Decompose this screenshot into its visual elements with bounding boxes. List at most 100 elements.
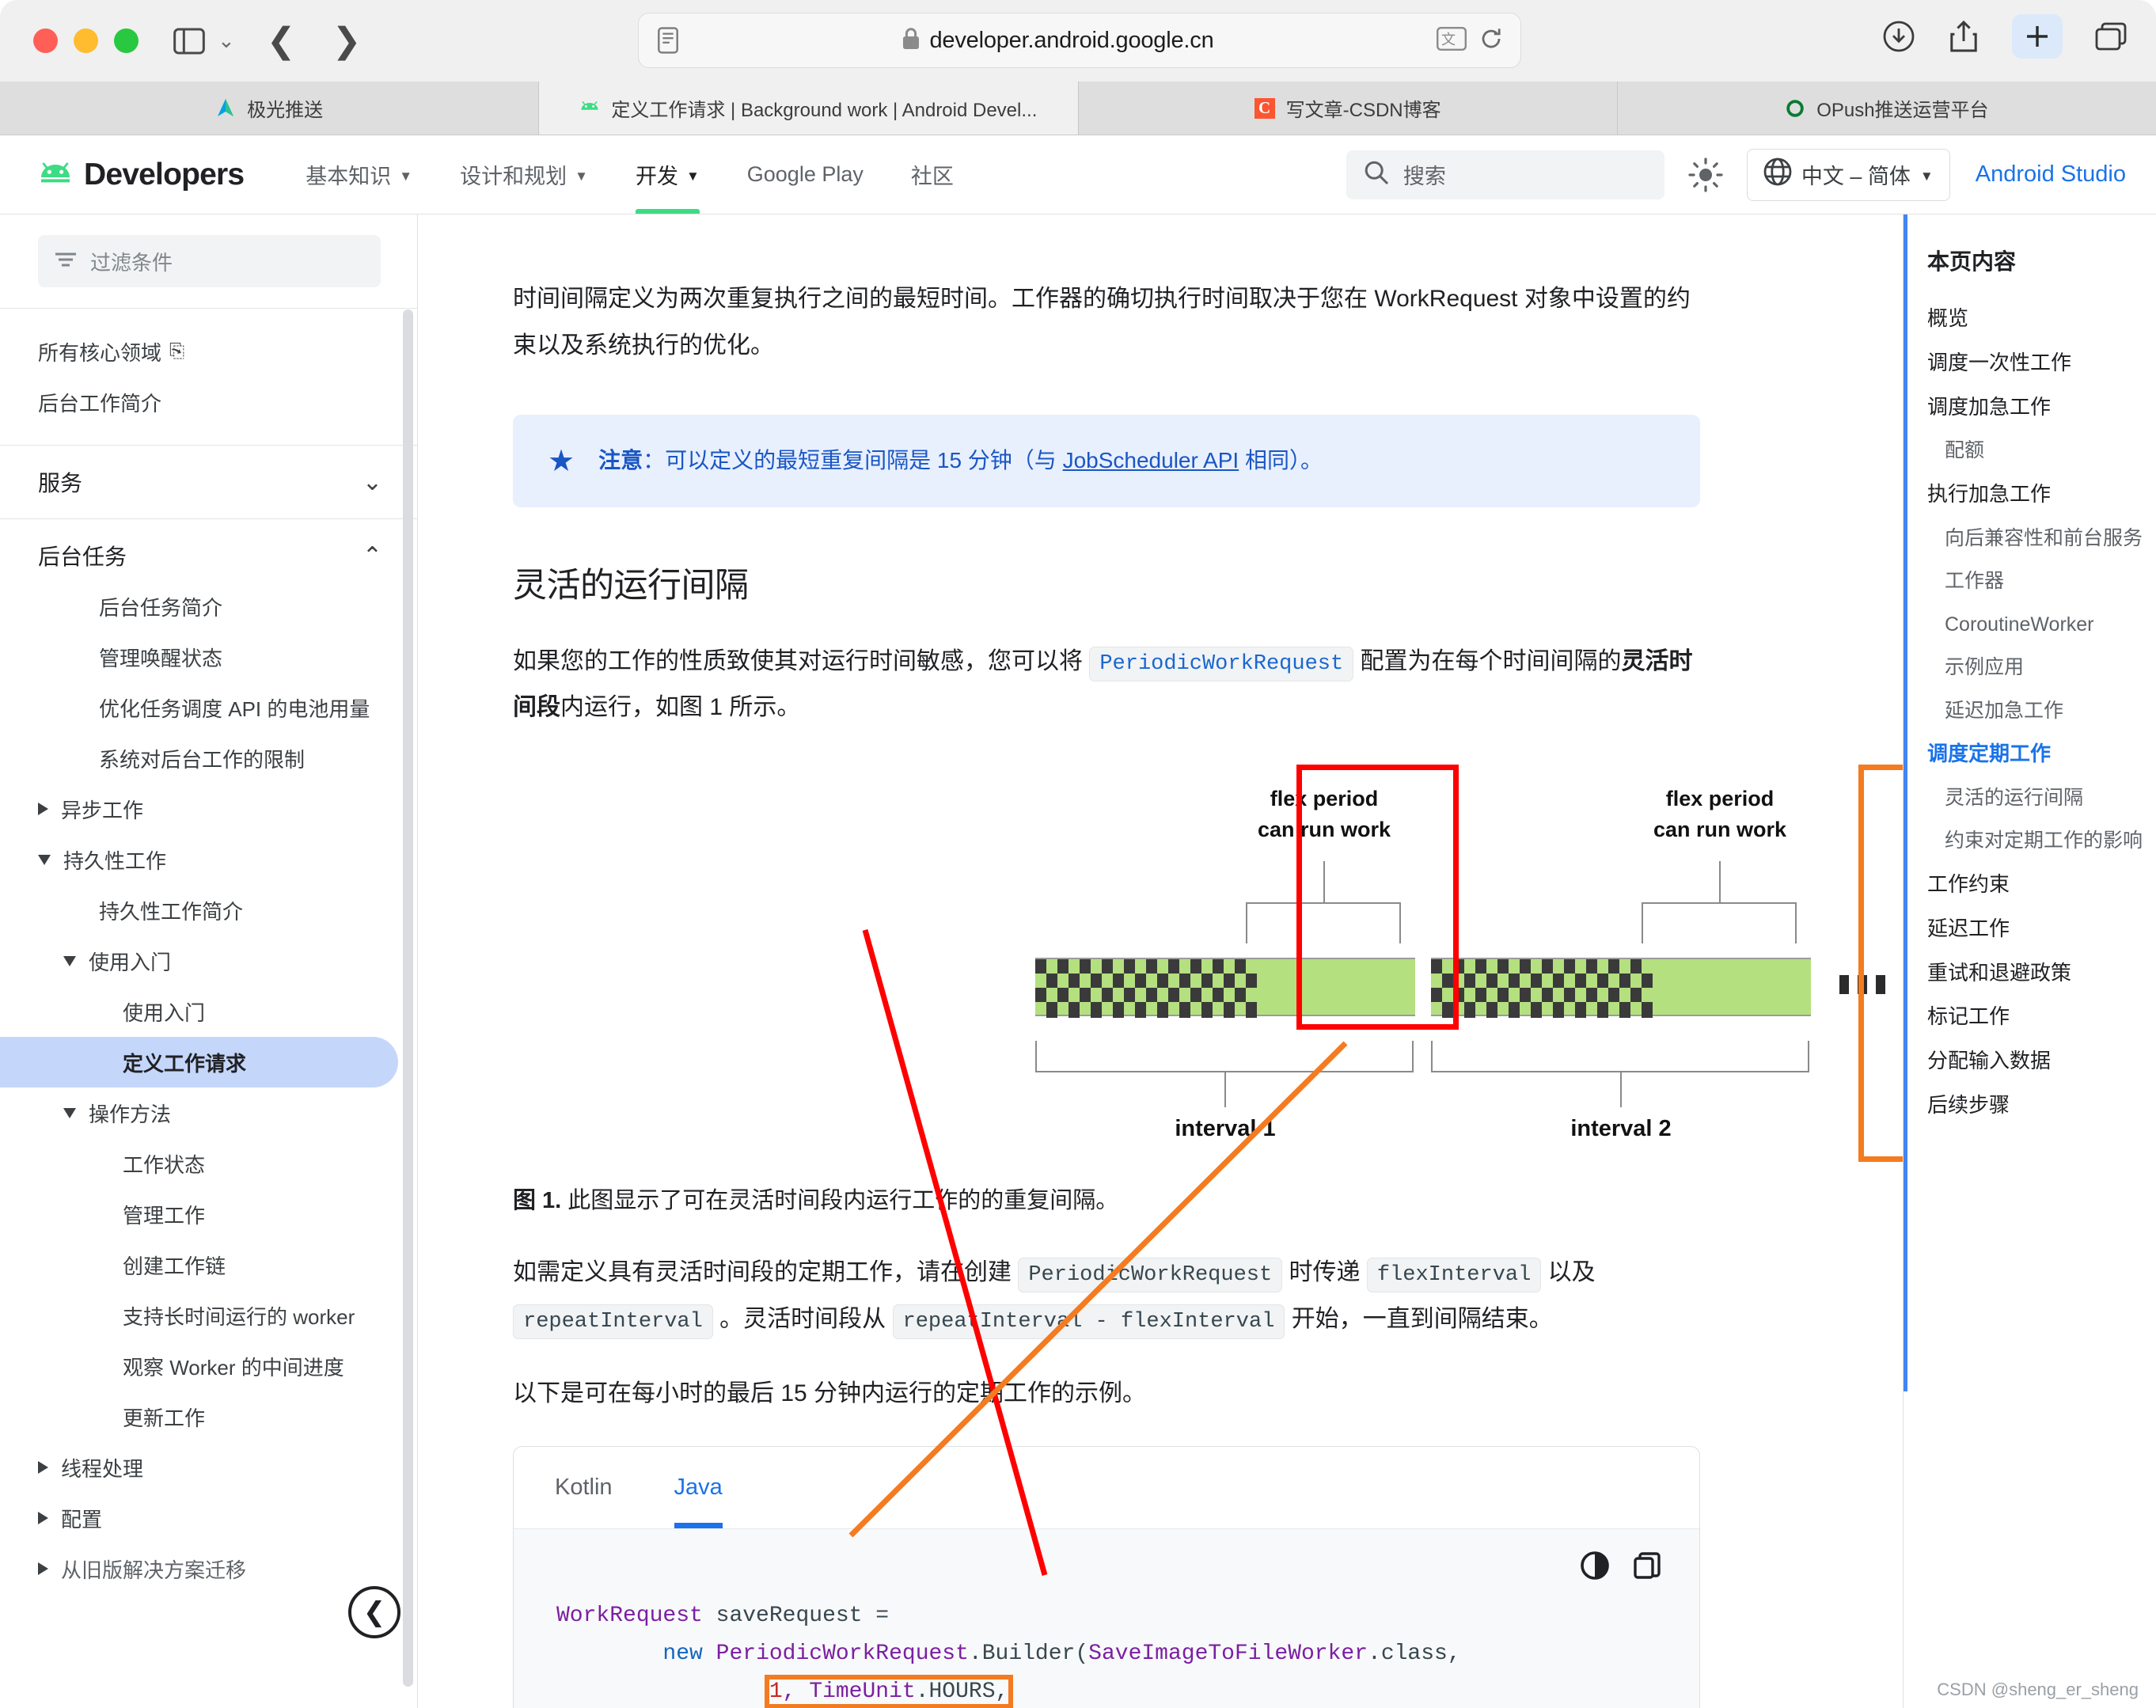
sidebar-item-2[interactable]: 优化任务调度 API 的电池用量 <box>0 682 417 733</box>
sidebar-item-7[interactable]: 使用入门 <box>0 936 417 986</box>
sidebar-item-9[interactable]: 定义工作请求 <box>0 1037 398 1087</box>
toc-item-10[interactable]: 调度定期工作 <box>1904 732 2156 776</box>
translate-icon[interactable]: 文 <box>1437 27 1467 55</box>
close-window-button[interactable] <box>33 28 58 53</box>
sidebar-item-16[interactable]: 更新工作 <box>0 1391 417 1442</box>
maximize-window-button[interactable] <box>114 28 139 53</box>
sidebar-section-background-tasks[interactable]: 后台任务 ⌃ <box>0 530 417 581</box>
tab-kotlin[interactable]: Kotlin <box>555 1447 647 1528</box>
filter-placeholder: 过滤条件 <box>90 247 173 276</box>
copy-icon[interactable] <box>1631 1550 1663 1581</box>
toc-item-9[interactable]: 延迟加急工作 <box>1904 689 2156 733</box>
triangle-down-icon[interactable] <box>63 1108 76 1118</box>
toc-item-2[interactable]: 调度加急工作 <box>1904 385 2156 430</box>
nav-item-design-plan[interactable]: 设计和规划 ▼ <box>436 135 612 214</box>
download-icon[interactable] <box>1882 20 1915 53</box>
sidebar-item-18[interactable]: 配置 <box>0 1493 417 1543</box>
triangle-right-icon[interactable] <box>38 1512 48 1524</box>
sidebar-item-background-work-intro[interactable]: 后台工作简介 <box>0 377 417 427</box>
triangle-down-icon[interactable] <box>63 956 76 966</box>
toc-item-14[interactable]: 延迟工作 <box>1904 907 2156 951</box>
share-icon[interactable] <box>1947 20 1980 53</box>
new-tab-button[interactable] <box>2012 14 2063 59</box>
toc-item-16[interactable]: 标记工作 <box>1904 995 2156 1039</box>
note-before-link: ：可以定义的最短重复间隔是 15 分钟（与 <box>643 448 1063 473</box>
browser-tab-opush[interactable]: OPush推送运营平台 <box>1618 82 2156 135</box>
toc-item-18[interactable]: 后续步骤 <box>1904 1084 2156 1128</box>
toc-item-1[interactable]: 调度一次性工作 <box>1904 341 2156 385</box>
android-studio-link[interactable]: Android Studio <box>1976 161 2126 188</box>
triangle-right-icon[interactable] <box>38 803 48 815</box>
browser-tab-android-docs[interactable]: 定义工作请求 | Background work | Android Devel… <box>539 82 1078 135</box>
toc-item-4[interactable]: 执行加急工作 <box>1904 473 2156 517</box>
sidebar-scrollbar[interactable] <box>403 309 413 1687</box>
tab-overview-icon[interactable] <box>2094 20 2128 53</box>
sidebar-section-services[interactable]: 服务 ⌄ <box>0 457 417 507</box>
sidebar-item-0[interactable]: 后台任务简介 <box>0 581 417 632</box>
reload-icon[interactable] <box>1479 27 1503 55</box>
forward-arrow-icon[interactable]: ❯ <box>332 21 362 61</box>
toc-item-6[interactable]: 工作器 <box>1904 560 2156 603</box>
browser-tab-csdn[interactable]: C 写文章-CSDN博客 <box>1079 82 1618 135</box>
nav-item-basics[interactable]: 基本知识 ▼ <box>282 135 436 214</box>
jobscheduler-api-link[interactable]: JobScheduler API <box>1063 448 1239 473</box>
sidebar-toggle-icon[interactable] <box>172 26 207 56</box>
sidebar-item-19[interactable]: 从旧版解决方案迁移 <box>0 1543 417 1594</box>
svg-text:文: 文 <box>1441 32 1456 47</box>
toc-item-11[interactable]: 灵活的运行间隔 <box>1904 776 2156 820</box>
primary-nav: 基本知识 ▼ 设计和规划 ▼ 开发 ▼ Google Play 社区 <box>282 135 977 214</box>
sidebar-item-17[interactable]: 线程处理 <box>0 1442 417 1493</box>
toc-item-17[interactable]: 分配输入数据 <box>1904 1039 2156 1084</box>
browser-window: ⌄ ❮ ❯ developer.android.google.cn 文 <box>0 0 2156 1708</box>
toc-item-0[interactable]: 概览 <box>1904 297 2156 341</box>
brightness-icon[interactable] <box>1685 154 1726 195</box>
sidebar-item-8[interactable]: 使用入门 <box>0 986 417 1037</box>
browser-tab-jiguang[interactable]: 极光推送 <box>0 82 539 135</box>
sidebar-item-3[interactable]: 系统对后台工作的限制 <box>0 733 417 784</box>
code-flexinterval: flexInterval <box>1367 1258 1541 1292</box>
triangle-right-icon[interactable] <box>38 1562 48 1575</box>
back-arrow-icon[interactable]: ❮ <box>267 21 296 61</box>
chevron-down-icon: ▼ <box>1920 169 1934 184</box>
search-input[interactable]: 搜索 <box>1346 150 1664 199</box>
tab-java[interactable]: Java <box>647 1447 750 1528</box>
sidebar-collapse-button[interactable]: ❮ <box>348 1586 400 1638</box>
sidebar-item-label: 使用入门 <box>123 997 205 1027</box>
language-selector[interactable]: 中文 – 简体 ▼ <box>1747 149 1950 201</box>
sidebar-item-5[interactable]: 持久性工作 <box>0 834 417 885</box>
nav-label: 开发 <box>636 159 678 190</box>
chevron-down-icon: ▼ <box>686 169 700 184</box>
filter-input[interactable]: 过滤条件 <box>38 235 381 287</box>
toc-item-13[interactable]: 工作约束 <box>1904 863 2156 907</box>
sidebar-item-12[interactable]: 管理工作 <box>0 1189 417 1239</box>
contrast-icon[interactable] <box>1579 1550 1611 1581</box>
sidebar-item-14[interactable]: 支持长时间运行的 worker <box>0 1290 417 1341</box>
reader-view-icon[interactable] <box>658 27 678 54</box>
toc-item-12[interactable]: 约束对定期工作的影响 <box>1904 819 2156 863</box>
sidebar-item-6[interactable]: 持久性工作简介 <box>0 885 417 936</box>
sidebar-item-13[interactable]: 创建工作链 <box>0 1239 417 1290</box>
toc-item-8[interactable]: 示例应用 <box>1904 646 2156 689</box>
red-highlight-box-flex-period <box>1296 765 1459 1030</box>
toc-item-7[interactable]: CoroutineWorker <box>1904 603 2156 647</box>
watermark: CSDN @sheng_er_sheng <box>1937 1680 2139 1700</box>
address-bar[interactable]: developer.android.google.cn 文 <box>638 13 1521 68</box>
sidebar-item-11[interactable]: 工作状态 <box>0 1138 417 1189</box>
toc-item-15[interactable]: 重试和退避政策 <box>1904 951 2156 996</box>
sidebar-item-4[interactable]: 异步工作 <box>0 784 417 834</box>
toc-item-5[interactable]: 向后兼容性和前台服务 <box>1904 517 2156 560</box>
nav-item-develop[interactable]: 开发 ▼ <box>612 135 723 214</box>
triangle-right-icon[interactable] <box>38 1461 48 1474</box>
toc-item-3[interactable]: 配额 <box>1904 429 2156 473</box>
triangle-down-icon[interactable] <box>38 855 51 865</box>
minimize-window-button[interactable] <box>74 28 98 53</box>
sidebar-item-all-core-areas[interactable]: 所有核心领域 ⎘ <box>0 326 417 377</box>
sidebar-item-1[interactable]: 管理唤醒状态 <box>0 632 417 682</box>
chevron-down-icon[interactable]: ⌄ <box>218 28 235 53</box>
left-nav-top-group: 所有核心领域 ⎘ 后台工作简介 <box>0 309 417 445</box>
developers-logo[interactable]: Developers <box>38 158 244 192</box>
nav-item-community[interactable]: 社区 <box>887 135 977 214</box>
nav-item-google-play[interactable]: Google Play <box>723 135 887 214</box>
sidebar-item-15[interactable]: 观察 Worker 的中间进度 <box>0 1341 417 1391</box>
sidebar-item-10[interactable]: 操作方法 <box>0 1087 417 1138</box>
